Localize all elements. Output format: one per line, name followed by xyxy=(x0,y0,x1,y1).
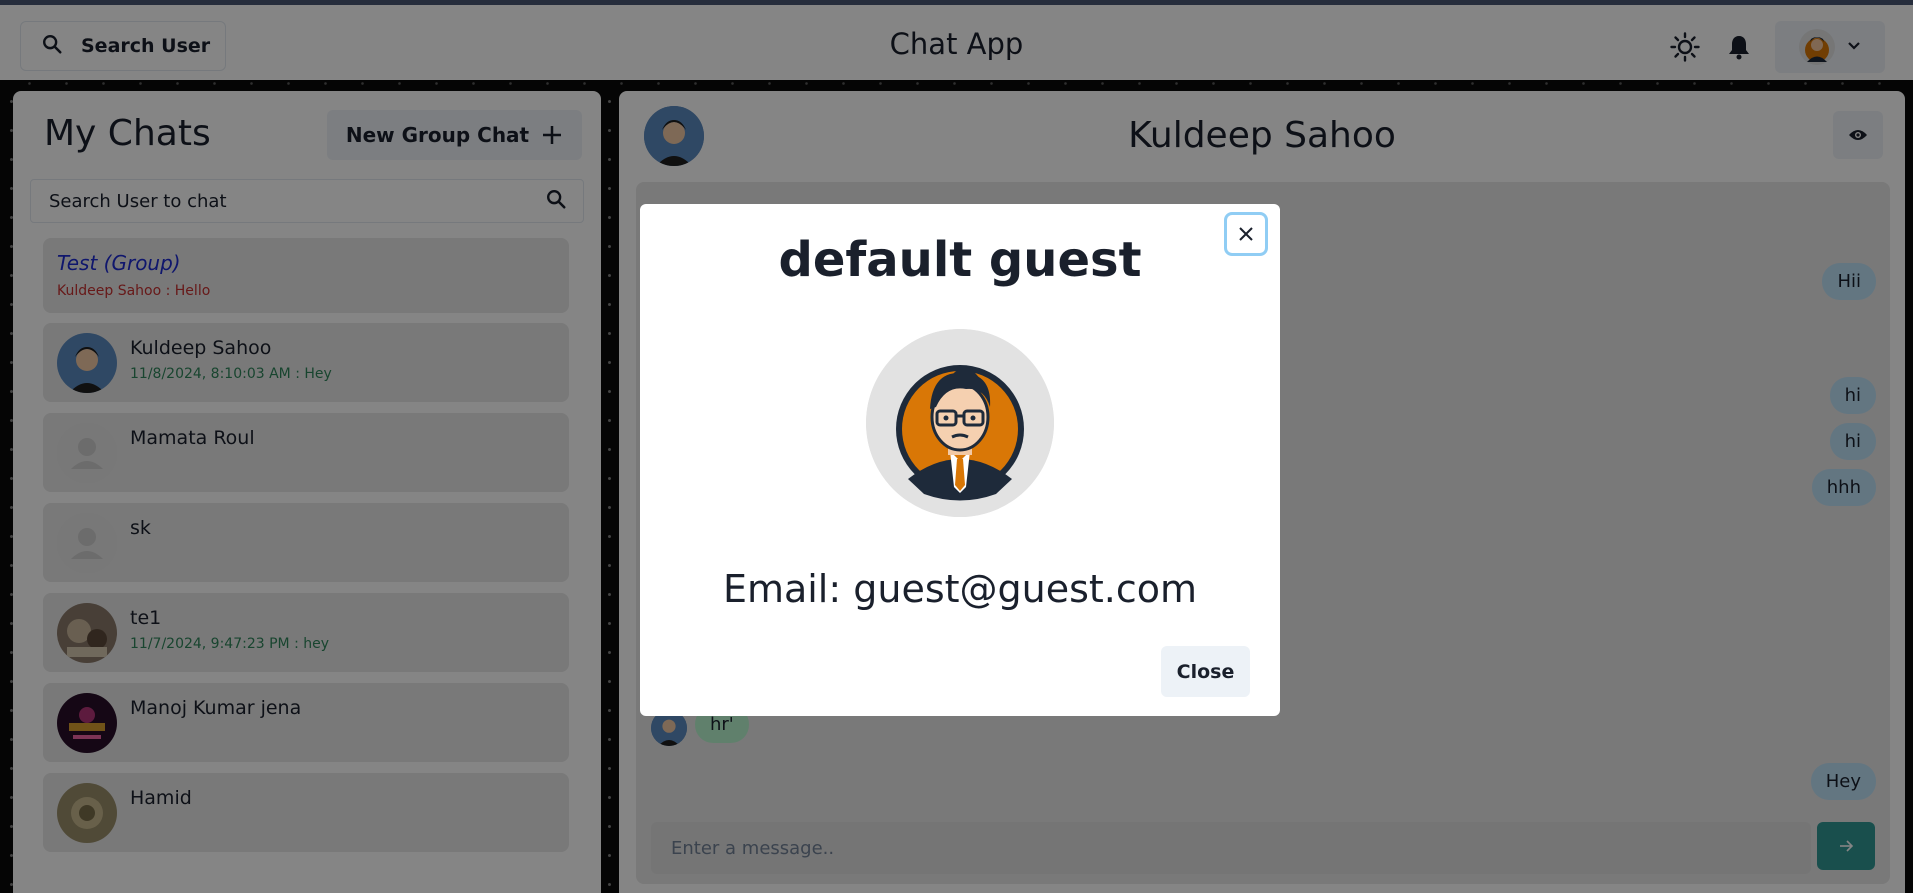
profile-picture xyxy=(866,329,1054,517)
modal-email: Email: guest@guest.com xyxy=(722,567,1198,611)
close-icon xyxy=(1239,227,1253,241)
modal-title: default guest xyxy=(778,232,1142,288)
modal-close-x-button[interactable] xyxy=(1224,212,1268,256)
modal-close-button[interactable]: Close xyxy=(1161,646,1250,697)
profile-modal: default guest Email: guest@guest.com Clo… xyxy=(640,204,1280,716)
